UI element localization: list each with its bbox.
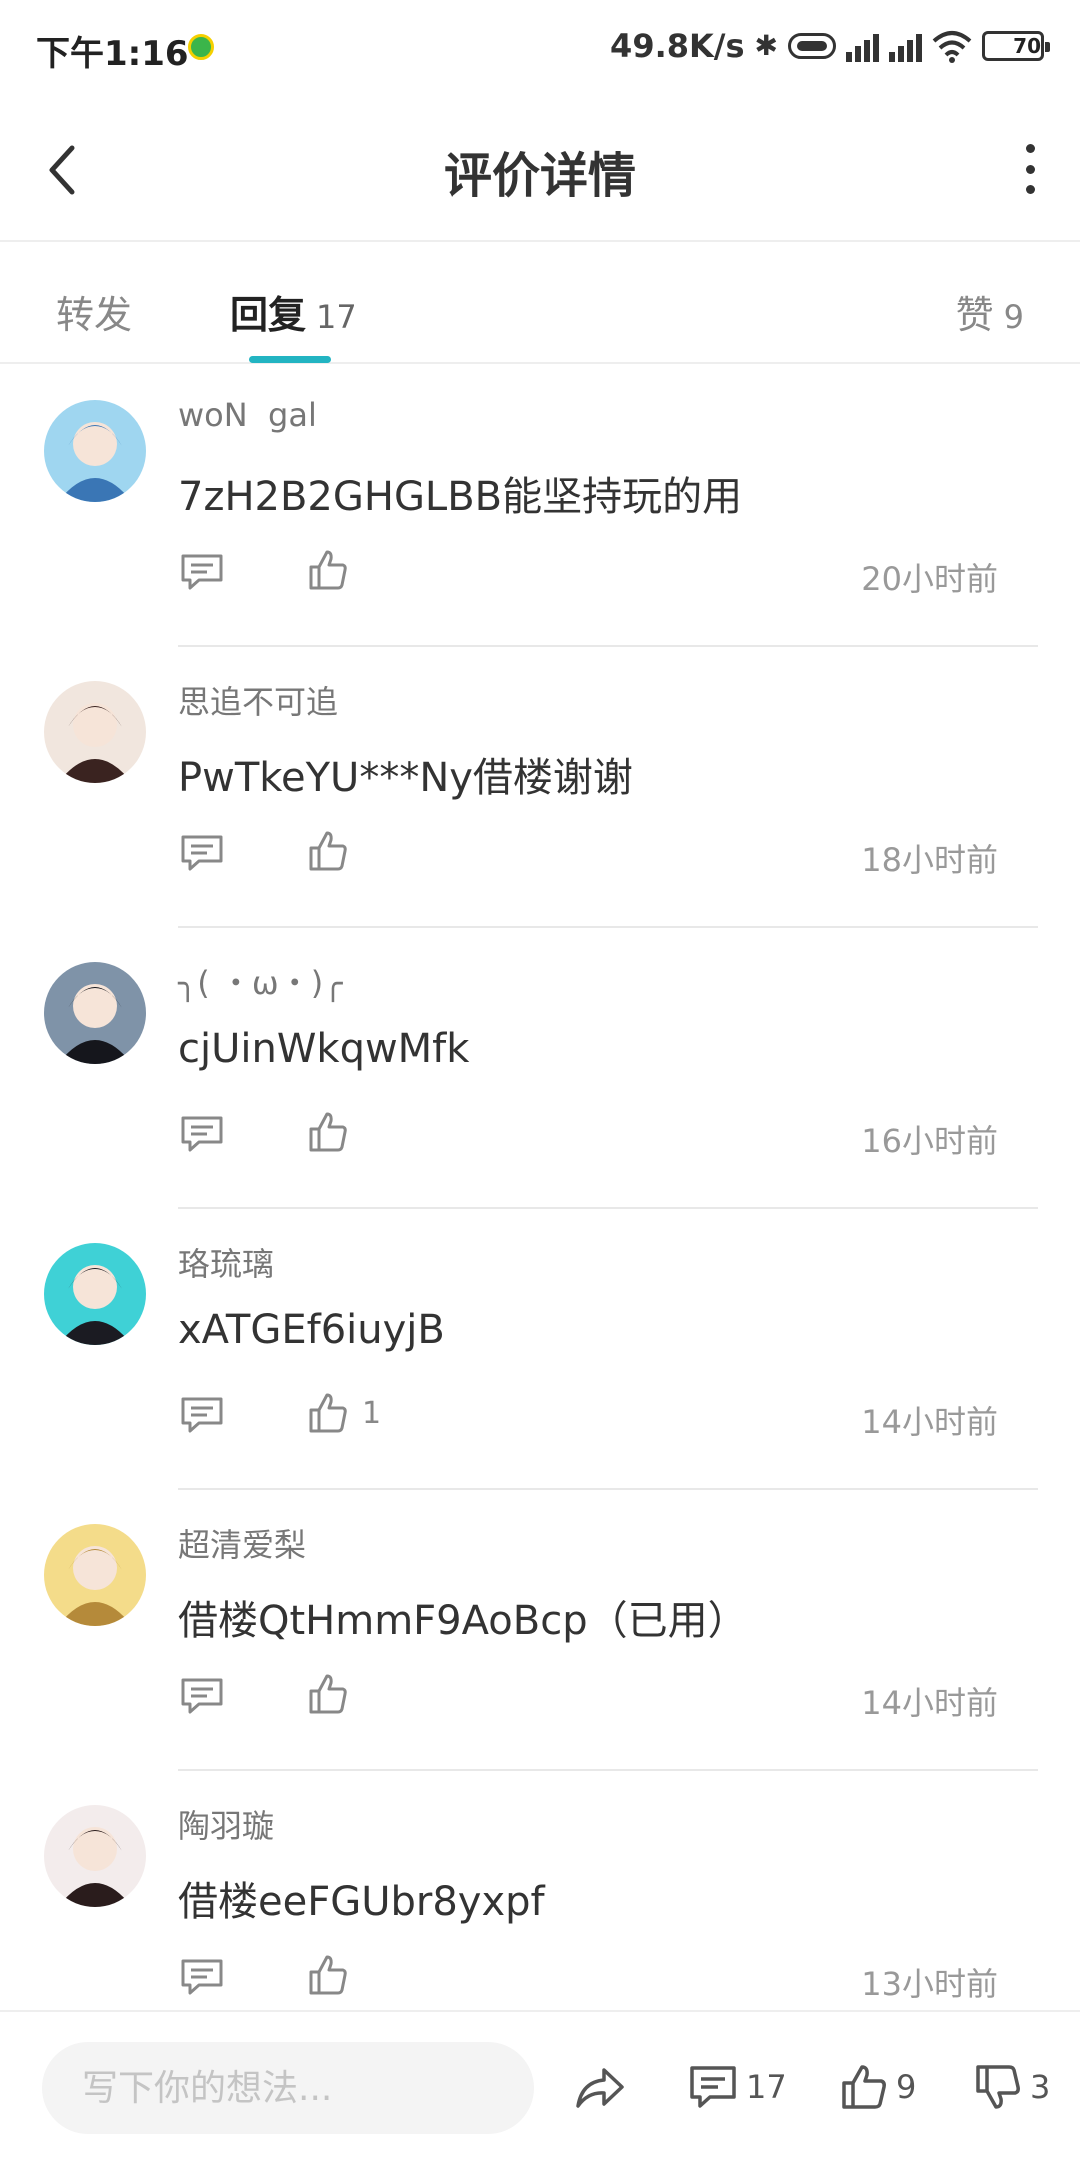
comment-like-button[interactable]: [308, 1953, 348, 1997]
comment-text: xATGEf6iuyjB: [178, 1307, 445, 1353]
thumbs-up-icon: [309, 550, 347, 590]
signal-icon: [889, 30, 922, 62]
comment-time: 20小时前: [861, 560, 998, 598]
bluetooth-icon: ✱: [754, 29, 778, 62]
comment-icon: [690, 2066, 736, 2108]
comment-time: 13小时前: [861, 1965, 998, 2003]
avatar[interactable]: [44, 400, 146, 502]
comment-item[interactable]: ╮( ・ω・)╭ cjUinWkqwMfk 16小时前: [0, 928, 1080, 1209]
thumbs-up-icon: [309, 1674, 347, 1714]
comment-text: 7zH2B2GHGLBB能坚持玩的用: [178, 474, 743, 520]
comment-time: 18小时前: [861, 841, 998, 879]
tab-bar: 转发 回复 17 赞9: [0, 244, 1080, 364]
reply-icon[interactable]: [180, 552, 224, 592]
thumbs-up-icon: [309, 1955, 347, 1995]
comment-time: 14小时前: [861, 1684, 998, 1722]
comment-username[interactable]: 思追不可追: [178, 677, 338, 723]
tab-forward-label: 转发: [56, 293, 133, 337]
comment-count: 17: [746, 2068, 787, 2106]
tab-reply-count: 17: [316, 298, 357, 336]
status-time: 下午1:16: [36, 34, 189, 74]
comment-item[interactable]: 思追不可追 PwTkeYU***Ny借楼谢谢 18小时前: [0, 647, 1080, 928]
vibrate-toggle-icon: [788, 33, 836, 59]
comment-username[interactable]: 珞琉璃: [178, 1239, 274, 1285]
comment-like-button[interactable]: [308, 1110, 348, 1154]
comment-text: PwTkeYU***Ny借楼谢谢: [178, 755, 633, 801]
comment-text: 借楼QtHmmF9AoBcp（已用）: [178, 1598, 748, 1644]
thumbs-up-icon: [309, 831, 347, 871]
comment-username[interactable]: 超清爱梨: [178, 1520, 306, 1566]
wifi-icon: [932, 31, 972, 63]
page-title: 评价详情: [443, 148, 636, 204]
active-tab-indicator: [249, 356, 331, 363]
comment-item[interactable]: 珞琉璃 xATGEf6iuyjB 1 14小时前: [0, 1209, 1080, 1490]
dislike-count: 3: [1030, 2068, 1051, 2106]
battery-level: 70: [1013, 34, 1041, 58]
avatar[interactable]: [44, 1805, 146, 1907]
tab-like-label: 赞: [955, 293, 994, 337]
comment-like-button[interactable]: [308, 1672, 348, 1716]
nav-header: 评价详情: [0, 96, 1080, 242]
comment-username[interactable]: ╮( ・ω・)╭: [178, 958, 342, 1004]
avatar[interactable]: [44, 962, 146, 1064]
reply-icon[interactable]: [180, 1395, 224, 1435]
reply-icon[interactable]: [180, 1676, 224, 1716]
comment-like-button[interactable]: [308, 548, 348, 592]
avatar[interactable]: [44, 1243, 146, 1345]
comment-like-button[interactable]: [308, 829, 348, 873]
share-icon: [576, 2068, 624, 2108]
battery-icon: 70: [982, 31, 1050, 61]
status-indicators: 49.8K/s ✱ 70: [610, 24, 1050, 68]
signal-hd-icon: [846, 30, 879, 62]
reply-icon[interactable]: [180, 833, 224, 873]
like-button[interactable]: 9: [840, 2056, 916, 2118]
comment-username[interactable]: woN gal: [178, 396, 317, 434]
comment-time: 16小时前: [861, 1122, 998, 1160]
tab-like[interactable]: 赞9: [956, 284, 1024, 339]
network-speed: 49.8K/s: [610, 27, 745, 65]
thumbs-up-icon: [309, 1112, 347, 1152]
comment-username[interactable]: 陶羽璇: [178, 1801, 274, 1847]
comment-input[interactable]: [42, 2042, 534, 2134]
reply-icon[interactable]: [180, 1957, 224, 1997]
thumbs-up-icon: [842, 2065, 886, 2109]
comment-item[interactable]: 超清爱梨 借楼QtHmmF9AoBcp（已用） 14小时前: [0, 1490, 1080, 1771]
comment-button[interactable]: 17: [688, 2056, 787, 2118]
reply-icon[interactable]: [180, 1114, 224, 1154]
like-count: 9: [896, 2068, 917, 2106]
tab-forward[interactable]: 转发: [56, 284, 132, 339]
avatar[interactable]: [44, 1524, 146, 1626]
comment-text: 借楼eeFGUbr8yxpf: [178, 1879, 545, 1925]
comment-list: woN gal 7zH2B2GHGLBB能坚持玩的用 20小时前 思追不可追 P…: [0, 366, 1080, 2052]
comment-like-button[interactable]: 1: [308, 1391, 381, 1435]
comment-text: cjUinWkqwMfk: [178, 1026, 470, 1072]
bottom-action-bar: 17 9 3: [0, 2010, 1080, 2158]
tab-like-count: 9: [1003, 298, 1024, 336]
dislike-button[interactable]: 3: [974, 2056, 1050, 2118]
thumbs-up-icon: [309, 1393, 347, 1433]
share-button[interactable]: [574, 2056, 626, 2118]
more-options-icon[interactable]: [1020, 144, 1040, 194]
app-notification-icon: [188, 34, 214, 60]
tab-reply[interactable]: 回复 17: [230, 284, 357, 339]
tab-reply-label: 回复: [230, 293, 307, 337]
avatar[interactable]: [44, 681, 146, 783]
comment-like-count: 1: [362, 1395, 382, 1431]
comment-item[interactable]: woN gal 7zH2B2GHGLBB能坚持玩的用 20小时前: [0, 366, 1080, 647]
comment-time: 14小时前: [861, 1403, 998, 1441]
thumbs-down-icon: [976, 2065, 1020, 2109]
status-bar: 下午1:16 49.8K/s ✱ 70: [0, 0, 1080, 96]
